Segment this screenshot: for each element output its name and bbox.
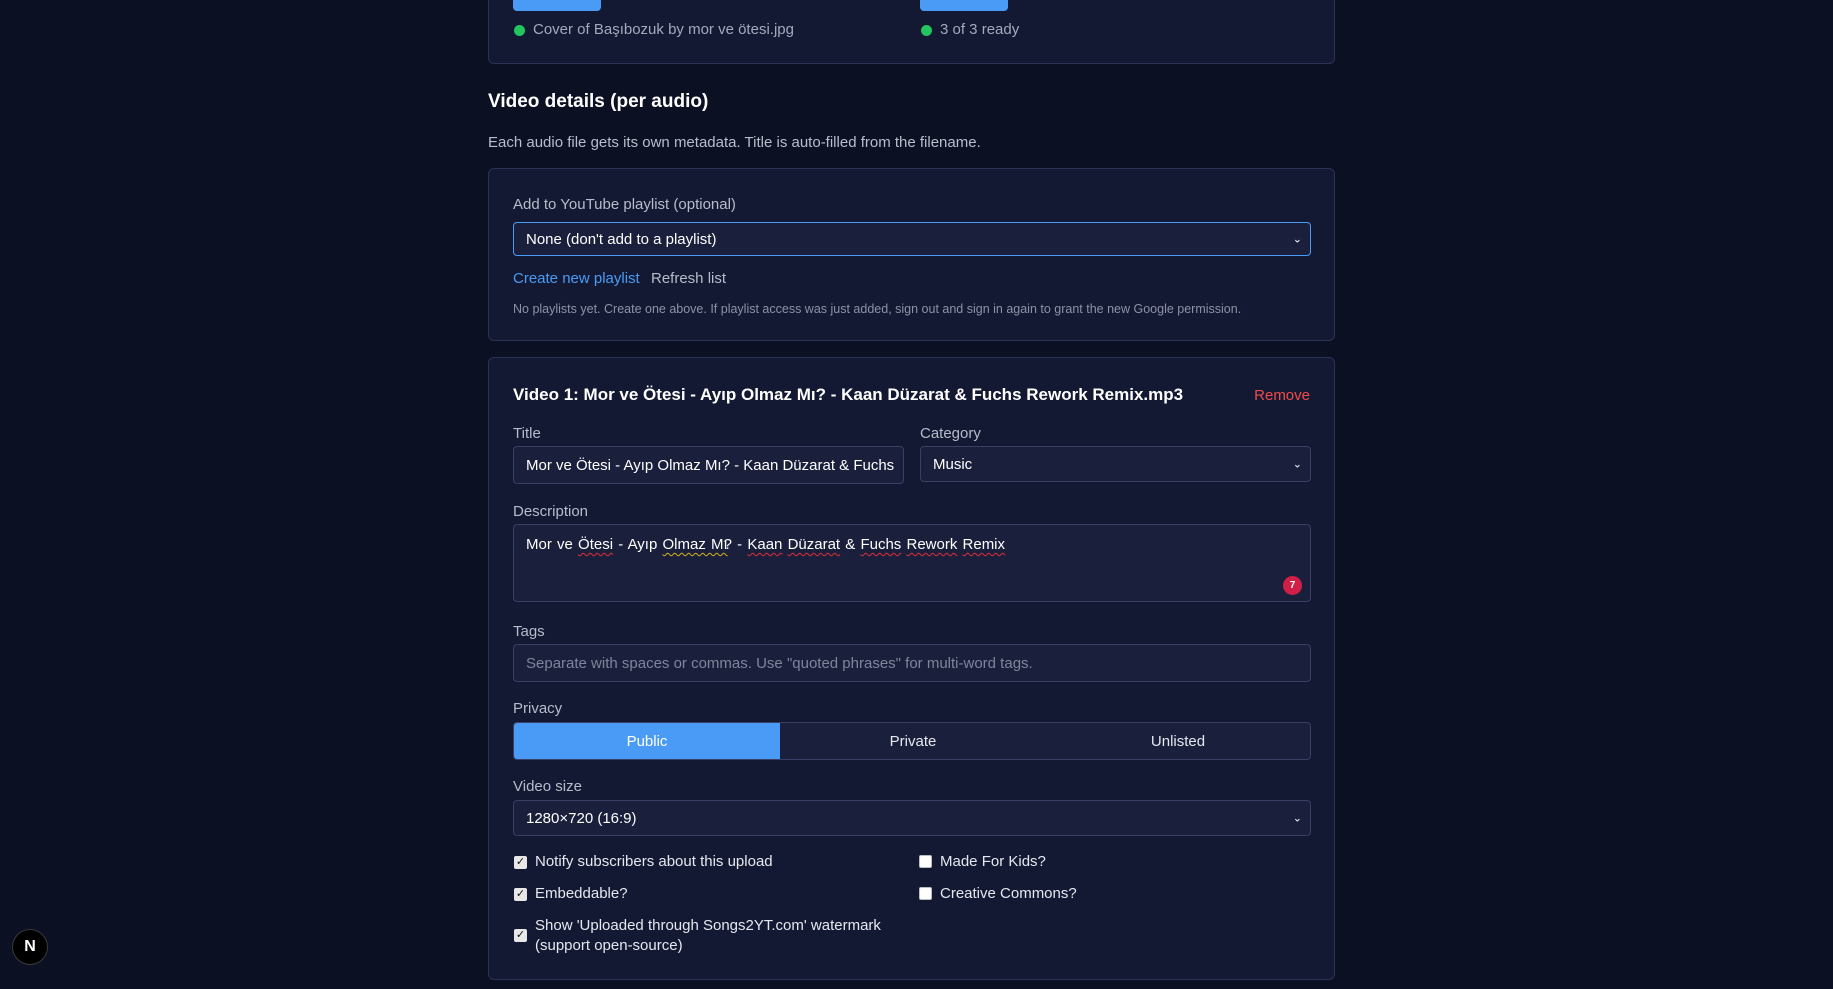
desc-word-misspelled: Remix	[962, 536, 1006, 553]
creative-commons-checkbox[interactable]	[919, 887, 932, 900]
video-size-label: Video size	[513, 778, 582, 795]
tags-input[interactable]	[513, 644, 1311, 682]
embeddable-checkbox[interactable]: ✓	[514, 888, 527, 901]
category-label: Category	[920, 425, 981, 442]
chevron-down-icon: ⌄	[1292, 458, 1302, 471]
choose-audio-button[interactable]	[920, 0, 1008, 11]
desc-word: &	[845, 536, 856, 553]
video-card: Video 1: Mor ve Ötesi - Ayıp Olmaz Mı? -…	[488, 357, 1335, 980]
n-logo-icon: N	[24, 938, 36, 955]
choose-cover-button[interactable]	[513, 0, 601, 11]
playlist-note: No playlists yet. Create one above. If p…	[513, 302, 1242, 316]
desc-word: ?	[723, 536, 732, 553]
video-details-heading: Video details (per audio)	[488, 91, 709, 112]
desc-word: Ayıp	[627, 536, 658, 553]
privacy-unlisted-button[interactable]: Unlisted	[1046, 723, 1310, 759]
desc-word-misspelled: Fuchs	[860, 536, 902, 553]
embeddable-label: Embeddable?	[535, 885, 628, 902]
description-text: Mor ve Ötesi - Ayıp Olmaz Mı? - Kaan Düz…	[526, 536, 1005, 553]
video-size-selected-value: 1280×720 (16:9)	[526, 809, 637, 827]
playlist-card: Add to YouTube playlist (optional) None …	[488, 168, 1335, 341]
video-heading: Video 1: Mor ve Ötesi - Ayıp Olmaz Mı? -…	[513, 385, 1184, 404]
description-label: Description	[513, 503, 589, 520]
watermark-checkbox[interactable]: ✓	[514, 929, 527, 942]
title-label: Title	[513, 425, 541, 442]
desc-word-misspelled: Rework	[906, 536, 958, 553]
watermark-label-line1: Show 'Uploaded through Songs2YT.com' wat…	[535, 917, 881, 934]
desc-word-grammar: Olmaz Mı	[662, 536, 728, 553]
cover-file-name: Cover of Başıbozuk by mor ve ötesi.jpg	[533, 21, 794, 38]
cover-status-dot	[514, 25, 525, 36]
privacy-private-button[interactable]: Private	[780, 723, 1046, 759]
notify-label: Notify subscribers about this upload	[535, 853, 773, 870]
made-for-kids-label: Made For Kids?	[940, 853, 1046, 870]
desc-word: -	[737, 536, 743, 553]
desc-word: ve	[557, 536, 573, 553]
desc-word: Mor	[526, 536, 552, 553]
upload-status-card: Cover of Başıbozuk by mor ve ötesi.jpg 3…	[488, 0, 1335, 64]
category-selected-value: Music	[933, 455, 973, 473]
privacy-public-button[interactable]: Public	[514, 723, 780, 759]
chevron-down-icon: ⌄	[1292, 233, 1302, 246]
description-textarea[interactable]: Mor ve Ötesi - Ayıp Olmaz Mı? - Kaan Düz…	[513, 524, 1311, 602]
video-size-select[interactable]: 1280×720 (16:9) ⌄	[513, 800, 1311, 836]
create-playlist-link[interactable]: Create new playlist	[513, 270, 640, 287]
title-input-value: Mor ve Ötesi - Ayıp Olmaz Mı? - Kaan Düz…	[526, 456, 895, 474]
playlist-selected-value: None (don't add to a playlist)	[526, 230, 717, 248]
next-dev-indicator[interactable]: N	[12, 929, 48, 965]
category-select[interactable]: Music ⌄	[920, 446, 1311, 482]
privacy-segmented-control: Public Private Unlisted	[513, 722, 1311, 760]
spellcheck-badge[interactable]: 7	[1283, 576, 1302, 595]
privacy-label: Privacy	[513, 700, 563, 717]
chevron-down-icon: ⌄	[1292, 812, 1302, 825]
made-for-kids-checkbox[interactable]	[919, 855, 932, 868]
desc-word-misspelled: Düzarat	[787, 536, 841, 553]
desc-word-misspelled: Kaan	[747, 536, 783, 553]
playlist-select[interactable]: None (don't add to a playlist) ⌄	[513, 222, 1311, 256]
watermark-label-line2: (support open-source)	[535, 937, 683, 954]
audio-status-dot	[921, 25, 932, 36]
desc-word-misspelled: Ötesi	[578, 536, 614, 553]
notify-checkbox[interactable]: ✓	[514, 856, 527, 869]
video-details-subtitle: Each audio file gets its own metadata. T…	[488, 134, 981, 151]
tags-label: Tags	[513, 623, 545, 640]
desc-word: -	[618, 536, 624, 553]
creative-commons-label: Creative Commons?	[940, 885, 1077, 902]
playlist-label: Add to YouTube playlist (optional)	[513, 196, 736, 213]
title-input[interactable]: Mor ve Ötesi - Ayıp Olmaz Mı? - Kaan Düz…	[513, 446, 904, 484]
audio-ready-count: 3 of 3 ready	[940, 21, 1020, 38]
remove-button[interactable]: Remove	[1254, 387, 1310, 404]
refresh-list-link[interactable]: Refresh list	[651, 270, 726, 287]
